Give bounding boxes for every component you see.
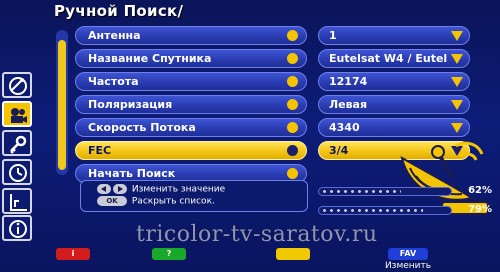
row-value-text: 1 [329,29,337,42]
satellite-icon [9,77,27,95]
chevron-down-icon [451,100,463,110]
row-label-text: Скорость Потока [88,121,196,134]
chevron-down-icon [451,77,463,87]
signal-quality-value: 79% [468,204,492,215]
sidebar-camera[interactable] [2,101,32,127]
row-indicator-dot [287,53,298,64]
row-symbol-rate-label[interactable]: Скорость Потока [75,118,307,137]
row-label-text: FEC [88,144,112,157]
sidebar-clock[interactable] [2,159,32,185]
red-info-button[interactable]: i [56,248,90,260]
row-label-text: Частота [88,75,139,88]
chart-icon [10,194,27,211]
signal-strength-value: 62% [468,185,492,196]
sidebar-key[interactable] [2,130,32,156]
right-arrow-key-icon [113,184,127,194]
row-label-text: Поляризация [88,98,173,111]
watermark-text: tricolor-tv-saratov.ru [136,222,378,247]
yellow-button[interactable] [276,248,310,260]
hint-expand-list: OK Раскрыть список. [97,196,215,207]
polarization-select[interactable]: Левая [318,95,470,114]
row-fec-label[interactable]: FEC [75,141,307,160]
key-icon [10,135,27,154]
camera-icon [11,108,27,123]
row-label-text: Название Спутника [88,52,212,65]
row-indicator-dot [287,99,298,110]
ok-key-icon: OK [97,196,127,206]
sidebar-info[interactable] [2,215,32,241]
row-antenna-label[interactable]: Антенна [75,26,307,45]
sidebar-chart[interactable] [2,188,32,214]
page-title: Ручной Поиск/ [54,2,184,20]
blue-fav-button[interactable]: FAV [388,248,428,260]
signal-quality-bar [318,206,452,215]
green-help-button[interactable]: ? [152,248,186,260]
row-indicator-dot [287,145,298,156]
row-value-text: 4340 [329,121,360,134]
signal-strength-bar [318,187,452,196]
frequency-select[interactable]: 12174 [318,72,470,91]
info-icon [9,220,27,238]
clock-icon [9,164,27,182]
row-indicator-dot [287,76,298,87]
signal-quality-fill [319,207,424,214]
antenna-select[interactable]: 1 [318,26,470,45]
row-indicator-dot [287,30,298,41]
row-value-text: 3/4 [329,144,349,157]
row-label-text: Начать Поиск [88,167,176,180]
menu-scroll-thumb[interactable] [58,40,66,170]
hint-change-value: Изменить значение [97,184,225,195]
left-arrow-key-icon [97,184,111,194]
hint-expand-list-text: Раскрыть список. [131,196,215,207]
hint-change-value-text: Изменить значение [131,184,226,195]
sidebar-satellite[interactable] [2,72,32,98]
hint-panel: Изменить значение OK Раскрыть список. [80,180,308,212]
chevron-down-icon [451,31,463,41]
row-label-text: Антенна [88,29,141,42]
row-frequency-label[interactable]: Частота [75,72,307,91]
row-value-text: 12174 [329,75,368,88]
chevron-down-icon [451,54,463,64]
signal-strength-fill [319,188,401,195]
satellite-name-select[interactable]: Eutelsat W4 / Eutel [318,49,470,68]
row-satellite-name-label[interactable]: Название Спутника [75,49,307,68]
row-indicator-dot [287,168,298,179]
blue-button-caption: Изменить [384,261,432,271]
row-polarization-label[interactable]: Поляризация [75,95,307,114]
row-value-text: Левая [329,98,368,111]
row-indicator-dot [287,122,298,133]
row-value-text: Eutelsat W4 / Eutel [329,52,448,65]
